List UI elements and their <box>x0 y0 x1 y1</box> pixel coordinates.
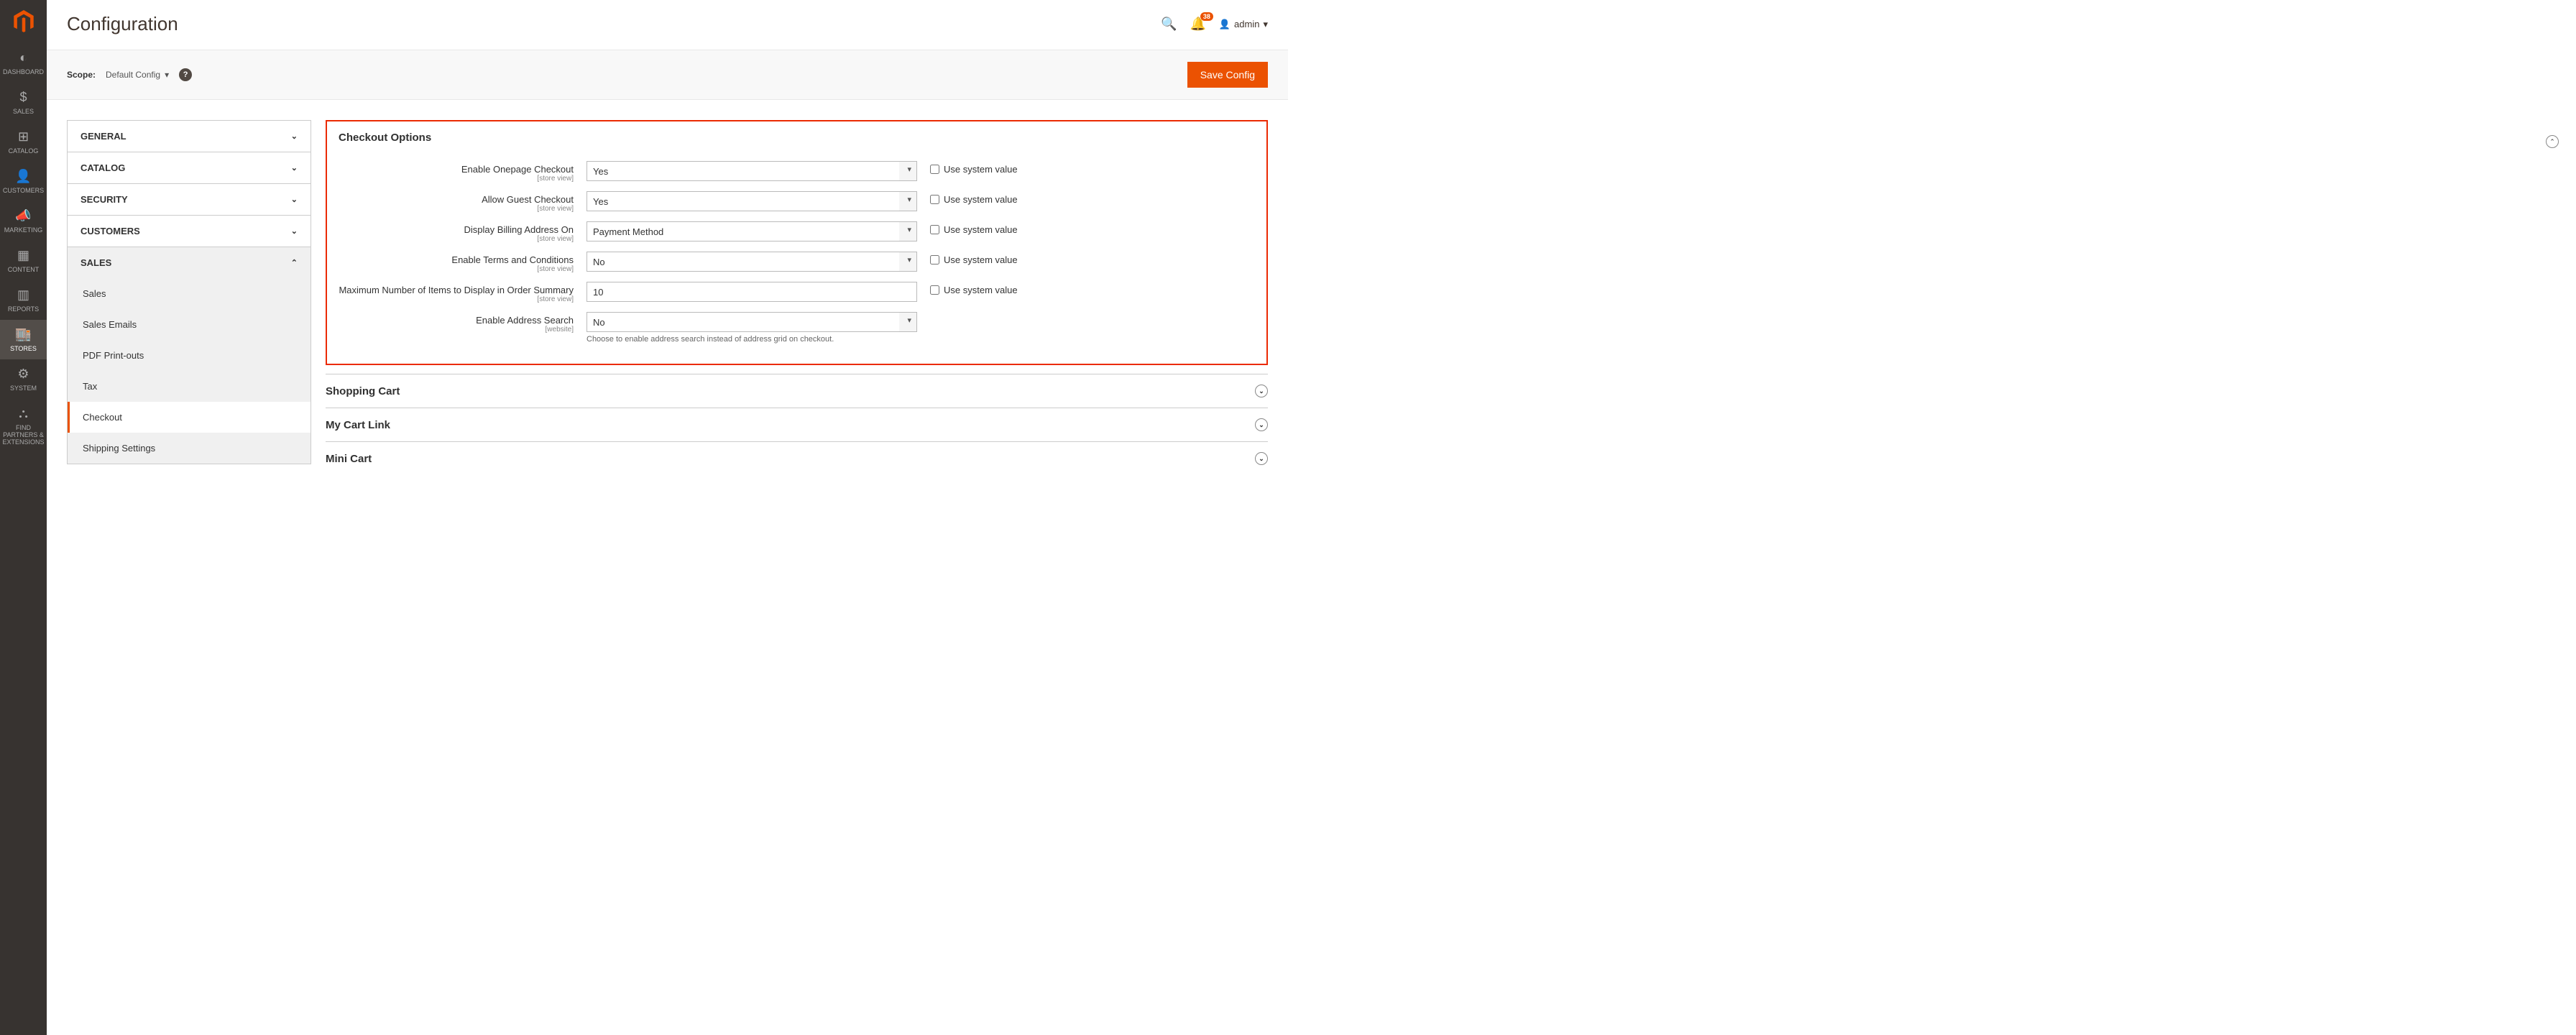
field-address-search: Enable Address Search[website] No Choose… <box>339 312 1255 344</box>
topbar: Configuration 🔍 🔔38 👤admin▾ <box>47 0 1288 35</box>
expand-icon: ⌄ <box>1255 418 1268 431</box>
bars-icon: ▥ <box>17 288 29 303</box>
address-search-select[interactable]: No <box>586 312 917 332</box>
field-onepage: Enable Onepage Checkout[store view] Yes … <box>339 161 1255 183</box>
search-icon[interactable]: 🔍 <box>1161 17 1177 32</box>
nav-link-pdf[interactable]: PDF Print-outs <box>68 340 310 371</box>
collapse-icon[interactable]: ⌃ <box>2546 135 2559 148</box>
nav-section-catalog[interactable]: CATALOG⌄ <box>68 152 310 183</box>
notifications-icon[interactable]: 🔔38 <box>1190 17 1205 32</box>
nav-section-general[interactable]: GENERAL⌄ <box>68 121 310 152</box>
save-config-button[interactable]: Save Config <box>1187 62 1268 88</box>
checkout-options-panel: Checkout Options ⌃ Enable Onepage Checko… <box>326 120 1268 365</box>
scope-label: Scope: <box>67 70 96 80</box>
use-system-onepage[interactable]: Use system value <box>930 161 1018 175</box>
nav-link-sales[interactable]: Sales <box>68 278 310 309</box>
section-shopping-cart[interactable]: Shopping Cart⌄ <box>326 374 1268 408</box>
field-max-items: Maximum Number of Items to Display in Or… <box>339 282 1255 303</box>
field-terms: Enable Terms and Conditions[store view] … <box>339 252 1255 273</box>
guest-select[interactable]: Yes <box>586 191 917 211</box>
nav-link-checkout[interactable]: Checkout <box>68 402 310 433</box>
chevron-up-icon: ⌃ <box>291 258 298 267</box>
page-title: Configuration <box>67 13 178 35</box>
help-icon[interactable]: ? <box>179 68 192 81</box>
section-cart-link[interactable]: My Cart Link⌄ <box>326 408 1268 441</box>
admin-sidebar: ◐DASHBOARD $SALES ⊞CATALOG 👤CUSTOMERS 📣M… <box>0 0 47 1035</box>
nav-section-sales[interactable]: SALES⌃ <box>68 247 310 278</box>
sidebar-item-sales[interactable]: $SALES <box>0 83 47 122</box>
settings-panel: Checkout Options ⌃ Enable Onepage Checko… <box>326 120 1268 475</box>
terms-select[interactable]: No <box>586 252 917 272</box>
chevron-down-icon: ⌄ <box>291 132 298 141</box>
section-mini-cart[interactable]: Mini Cart⌄ <box>326 441 1268 475</box>
sidebar-item-dashboard[interactable]: ◐DASHBOARD <box>0 43 47 83</box>
layout-icon: ▦ <box>17 248 29 263</box>
sidebar-item-customers[interactable]: 👤CUSTOMERS <box>0 162 47 201</box>
nav-link-tax[interactable]: Tax <box>68 371 310 402</box>
gauge-icon: ◐ <box>19 50 27 65</box>
address-search-note: Choose to enable address search instead … <box>586 335 917 344</box>
nav-section-customers[interactable]: CUSTOMERS⌄ <box>68 216 310 247</box>
puzzle-icon: ⛬ <box>19 406 28 421</box>
max-items-input[interactable] <box>586 282 917 302</box>
sidebar-item-content[interactable]: ▦CONTENT <box>0 241 47 280</box>
use-system-billing[interactable]: Use system value <box>930 221 1018 235</box>
store-icon: 🏬 <box>15 327 31 342</box>
megaphone-icon: 📣 <box>15 208 31 224</box>
field-guest: Allow Guest Checkout[store view] Yes Use… <box>339 191 1255 213</box>
person-icon: 👤 <box>15 169 31 184</box>
billing-select[interactable]: Payment Method <box>586 221 917 242</box>
user-menu[interactable]: 👤admin▾ <box>1219 19 1268 30</box>
nav-link-shipping[interactable]: Shipping Settings <box>68 433 310 464</box>
dollar-icon: $ <box>19 90 27 105</box>
use-system-guest[interactable]: Use system value <box>930 191 1018 205</box>
sidebar-item-marketing[interactable]: 📣MARKETING <box>0 201 47 241</box>
scope-select[interactable]: Default Config▾ <box>106 70 169 80</box>
use-system-terms[interactable]: Use system value <box>930 252 1018 265</box>
sidebar-item-reports[interactable]: ▥REPORTS <box>0 280 47 320</box>
nav-link-sales-emails[interactable]: Sales Emails <box>68 309 310 340</box>
notification-badge: 38 <box>1200 12 1213 21</box>
checkout-options-header[interactable]: Checkout Options <box>339 127 1255 154</box>
chevron-down-icon: ⌄ <box>291 195 298 204</box>
onepage-select[interactable]: Yes <box>586 161 917 181</box>
config-nav: GENERAL⌄ CATALOG⌄ SECURITY⌄ CUSTOMERS⌄ S… <box>67 120 311 464</box>
expand-icon: ⌄ <box>1255 452 1268 465</box>
chevron-down-icon: ⌄ <box>291 226 298 236</box>
sidebar-item-catalog[interactable]: ⊞CATALOG <box>0 122 47 162</box>
expand-icon: ⌄ <box>1255 385 1268 397</box>
sidebar-item-partners[interactable]: ⛬FIND PARTNERS & EXTENSIONS <box>0 399 47 453</box>
nav-section-security[interactable]: SECURITY⌄ <box>68 184 310 215</box>
scope-bar: Scope: Default Config▾ ? Save Config <box>47 50 1288 100</box>
gear-icon: ⚙ <box>17 367 29 382</box>
use-system-max-items[interactable]: Use system value <box>930 282 1018 295</box>
chevron-down-icon: ⌄ <box>291 163 298 172</box>
field-billing: Display Billing Address On[store view] P… <box>339 221 1255 243</box>
tag-icon: ⊞ <box>18 129 29 144</box>
chevron-down-icon: ▾ <box>165 70 169 80</box>
user-icon: 👤 <box>1219 19 1230 30</box>
sidebar-item-stores[interactable]: 🏬STORES <box>0 320 47 359</box>
sidebar-item-system[interactable]: ⚙SYSTEM <box>0 359 47 399</box>
chevron-down-icon: ▾ <box>1263 19 1268 30</box>
magento-logo-icon[interactable] <box>0 0 47 43</box>
